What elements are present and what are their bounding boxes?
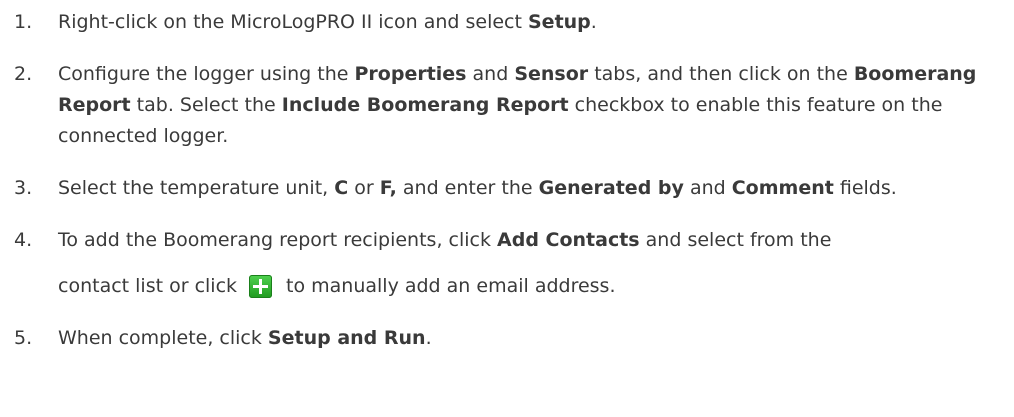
bold-term: C (334, 177, 349, 199)
text-run: To add the Boomerang report recipients, … (58, 229, 498, 251)
step-4: 4. To add the Boomerang report recipient… (14, 225, 1014, 302)
step-number: 3. (14, 177, 33, 199)
text-run: . (425, 327, 432, 349)
text-run: to manually add an email address. (286, 275, 616, 297)
step-text: Right-click on the MicroLogPRO II icon a… (58, 7, 1008, 38)
text-run: tab. Select the (130, 94, 282, 116)
bold-term: Generated by (538, 177, 684, 199)
step-text: To add the Boomerang report recipients, … (58, 225, 1008, 302)
instruction-list: 1. Right-click on the MicroLogPRO II ico… (0, 0, 1014, 354)
bold-term: Include Boomerang Report (281, 94, 569, 116)
step-text: Configure the logger using the Propertie… (58, 59, 1008, 152)
text-run: and enter the (396, 177, 539, 199)
text-run: fields. (833, 177, 897, 199)
text-run: Right-click on the MicroLogPRO II icon a… (58, 11, 528, 33)
bold-term: Setup (528, 11, 591, 33)
step-2: 2. Configure the logger using the Proper… (14, 59, 1014, 152)
text-run: contact list or click (58, 275, 238, 297)
text-run: tabs, and then click on the (588, 63, 854, 85)
bold-term: Setup and Run (267, 327, 426, 349)
text-run: and select from the (639, 229, 832, 251)
text-run: . (590, 11, 597, 33)
text-run: or (348, 177, 380, 199)
step-5: 5. When complete, click Setup and Run. (14, 323, 1014, 354)
green-plus-icon (249, 275, 273, 298)
step-line-2: contact list or click to manually add an … (58, 271, 1008, 302)
text-run: and (466, 63, 515, 85)
step-number: 2. (14, 63, 33, 85)
step-3: 3. Select the temperature unit, C or F, … (14, 173, 1014, 204)
step-number: 5. (14, 327, 33, 349)
text-run: When complete, click (58, 327, 268, 349)
step-number: 1. (14, 11, 33, 33)
step-text: Select the temperature unit, C or F, and… (58, 173, 1008, 204)
text-run: and (683, 177, 732, 199)
bold-term: F, (379, 177, 397, 199)
bold-term: Properties (354, 63, 467, 85)
step-1: 1. Right-click on the MicroLogPRO II ico… (14, 7, 1014, 38)
bold-term: Comment (731, 177, 834, 199)
text-run: Select the temperature unit, (58, 177, 335, 199)
step-number: 4. (14, 229, 33, 251)
bold-term: Sensor (514, 63, 589, 85)
step-text: When complete, click Setup and Run. (58, 323, 1008, 354)
text-run: Configure the logger using the (58, 63, 355, 85)
bold-term: Add Contacts (497, 229, 640, 251)
